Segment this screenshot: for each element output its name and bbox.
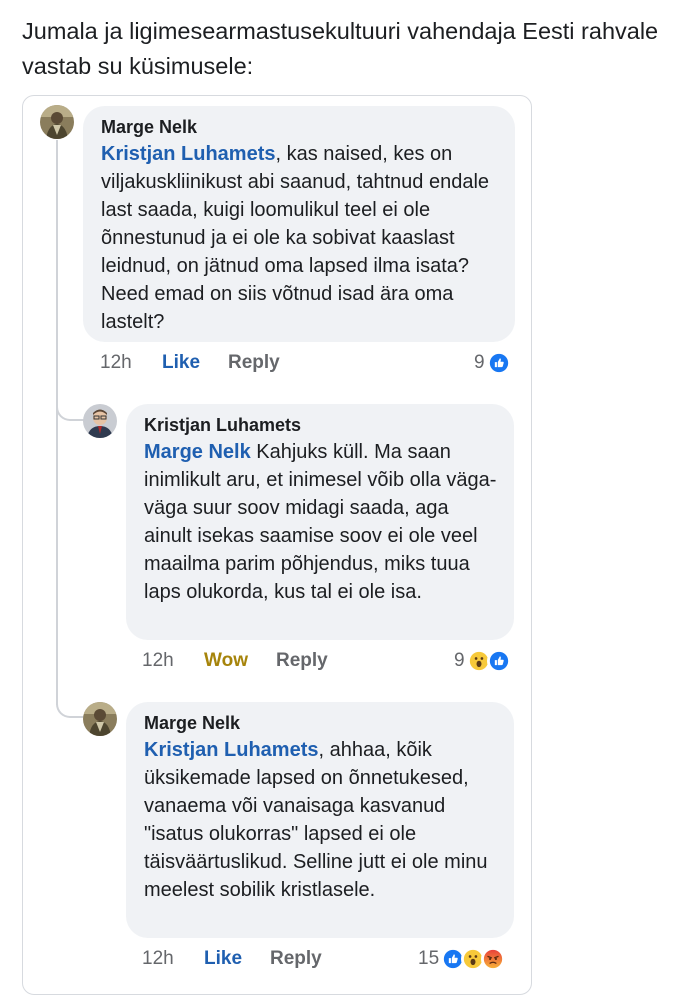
comment-bubble: Kristjan Luhamets Marge Nelk Kahjuks kül… [126, 404, 514, 640]
avatar-marge-nelk[interactable] [40, 105, 74, 139]
comment-text: Marge Nelk Kahjuks küll. Ma saan inimlik… [144, 438, 498, 606]
like-reaction-icon [486, 649, 511, 673]
avatar-image [83, 702, 117, 736]
angry-reaction-icon [481, 947, 506, 971]
comment-body: , kas naised, kes on viljakuskliinikust … [101, 143, 490, 333]
like-reaction-icon [486, 351, 511, 375]
comment-text: Kristjan Luhamets, ahhaa, kõik üksikemad… [144, 736, 498, 904]
reaction-summary[interactable]: 15 [418, 944, 506, 974]
reaction-summary[interactable]: 9 [454, 646, 511, 676]
avatar-kristjan-luhamets[interactable] [83, 404, 117, 438]
comment-text: Kristjan Luhamets, kas naised, kes on vi… [101, 140, 499, 336]
comment-author[interactable]: Kristjan Luhamets [144, 412, 498, 438]
mention-link[interactable]: Marge Nelk [144, 441, 251, 463]
comment-bubble: Marge Nelk Kristjan Luhamets, kas naised… [83, 106, 515, 342]
reply-button[interactable]: Reply [228, 348, 280, 378]
thread-line [56, 140, 58, 705]
comment-actions: 12h Wow Reply [142, 646, 502, 676]
comment-author[interactable]: Marge Nelk [144, 710, 498, 736]
reaction-count: 15 [418, 948, 440, 969]
comment-actions: 12h Like Reply [100, 348, 510, 378]
avatar-marge-nelk[interactable] [83, 702, 117, 736]
reaction-count: 9 [474, 352, 485, 373]
comment-time[interactable]: 12h [142, 646, 174, 676]
avatar-image [40, 105, 74, 139]
wow-button[interactable]: Wow [204, 646, 248, 676]
intro-text: Jumala ja ligimesearmastusekultuuri vahe… [22, 18, 659, 79]
comment-body: Kahjuks küll. Ma saan inimlikult aru, et… [144, 441, 497, 603]
reaction-summary[interactable]: 9 [474, 348, 511, 378]
comment-bubble: Marge Nelk Kristjan Luhamets, ahhaa, kõi… [126, 702, 514, 938]
mention-link[interactable]: Kristjan Luhamets [101, 143, 275, 165]
like-button[interactable]: Like [204, 944, 242, 974]
thread-branch [56, 690, 84, 718]
comment-time[interactable]: 12h [100, 348, 132, 378]
thread-branch [56, 395, 84, 421]
comment-time[interactable]: 12h [142, 944, 174, 974]
reply-button[interactable]: Reply [276, 646, 328, 676]
comment-body: , ahhaa, kõik üksikemade lapsed on õnnet… [144, 739, 488, 901]
mention-link[interactable]: Kristjan Luhamets [144, 739, 318, 761]
reply-button[interactable]: Reply [270, 944, 322, 974]
avatar-image [83, 404, 117, 438]
comment-author[interactable]: Marge Nelk [101, 114, 499, 140]
like-button[interactable]: Like [162, 348, 200, 378]
reaction-count: 9 [454, 650, 465, 671]
